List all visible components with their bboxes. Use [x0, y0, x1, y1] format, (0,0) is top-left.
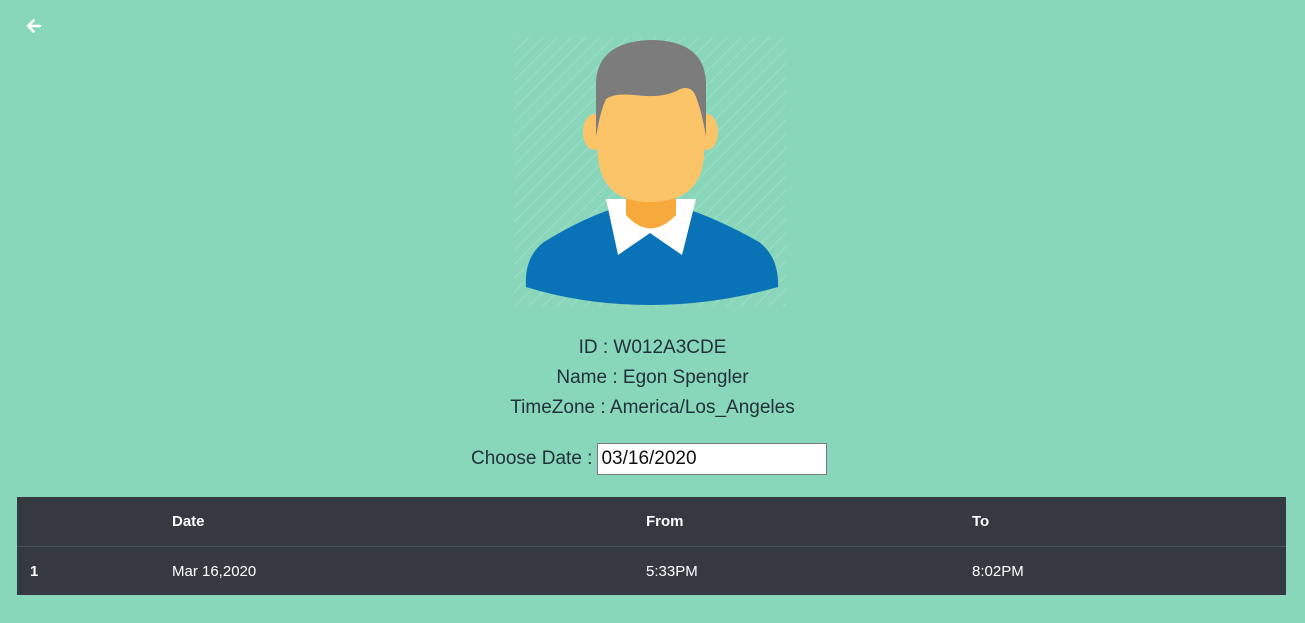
- header-to: To: [972, 513, 990, 530]
- user-name: Name : Egon Spengler: [556, 367, 749, 388]
- avatar: [514, 37, 786, 307]
- row-to: 8:02PM: [972, 563, 1024, 580]
- row-date: Mar 16,2020: [172, 563, 257, 580]
- choose-date-label: Choose Date :: [471, 448, 593, 469]
- user-avatar-icon: [514, 37, 786, 307]
- arrow-left-icon: [26, 19, 42, 33]
- profile-info: ID : W012A3CDE Name : Egon Spengler Time…: [0, 333, 1305, 423]
- row-index: 1: [30, 563, 39, 580]
- user-timezone: TimeZone : America/Los_Angeles: [510, 397, 795, 418]
- date-chooser: Choose Date :: [471, 441, 828, 477]
- attendance-table: Date From To 1 Mar 16,2020 5:33PM 8:02PM: [17, 497, 1286, 595]
- header-date: Date: [172, 513, 205, 530]
- row-from: 5:33PM: [646, 563, 698, 580]
- table-header: Date From To: [17, 497, 1286, 547]
- table-row: 1 Mar 16,2020 5:33PM 8:02PM: [17, 547, 1286, 595]
- back-button[interactable]: [24, 16, 44, 36]
- date-input[interactable]: [597, 443, 828, 475]
- user-id: ID : W012A3CDE: [578, 337, 727, 358]
- header-from: From: [646, 513, 684, 530]
